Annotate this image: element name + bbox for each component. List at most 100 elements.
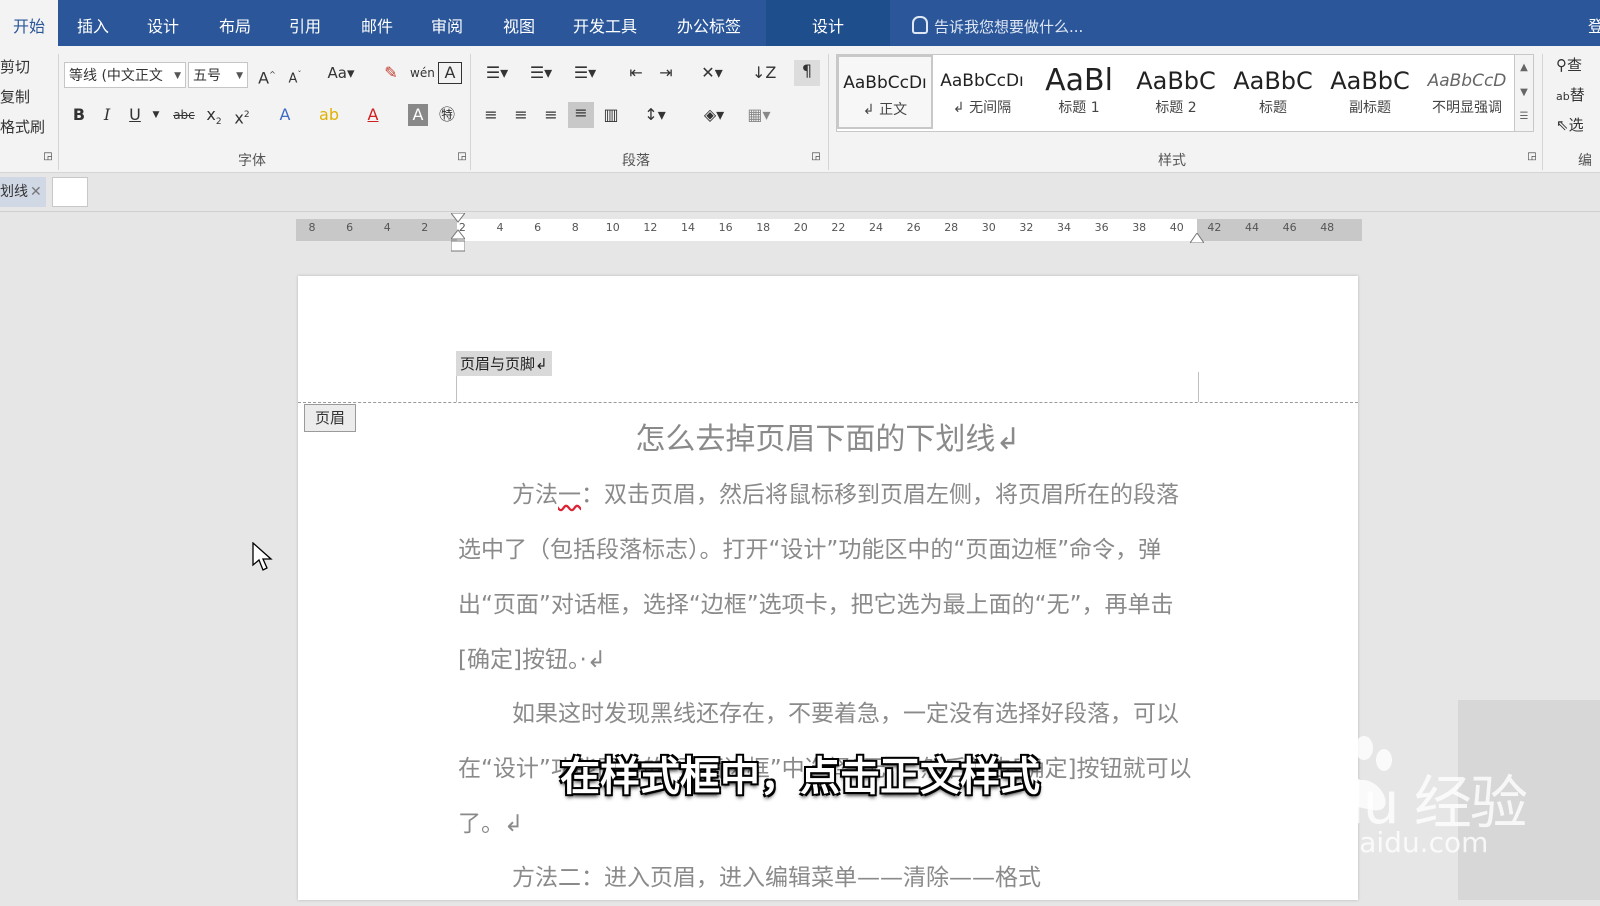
change-case-icon[interactable]: Aa▾ [322, 62, 360, 84]
subscript-icon[interactable]: x2 [204, 104, 224, 133]
chevron-down-icon: ▼ [236, 71, 243, 81]
tab-header-footer-design[interactable]: 设计 [766, 0, 890, 46]
decrease-indent-icon[interactable]: ⇤ [624, 62, 648, 84]
asian-layout-icon[interactable]: ✕▾ [694, 62, 730, 84]
numbering-icon[interactable]: ☰▾ [524, 62, 558, 84]
tab-developer[interactable]: 开发工具 [564, 0, 646, 46]
watermark-url: jingyan.baidu.com [1230, 826, 1489, 859]
tell-me-box[interactable]: 告诉我您想要做什么... [912, 0, 1083, 46]
strikethrough-icon[interactable]: abc [170, 104, 198, 126]
font-size-select[interactable]: 五号 ▼ [188, 62, 248, 88]
grow-font-icon[interactable]: A^ [256, 64, 278, 89]
enclose-characters-icon[interactable]: ㊕ [436, 104, 458, 126]
paragraph-1[interactable]: 方法一：双击页眉，然后将鼠标移到页眉左侧，将页眉所在的段落选中了（包括段落标志）… [458, 468, 1198, 688]
paragraph-3[interactable]: 方法二：进入页眉，进入编辑菜单——清除——格式 [458, 851, 1198, 906]
ruler-tick-label: 40 [1169, 221, 1184, 234]
multilevel-list-icon[interactable]: ☰▾ [568, 62, 602, 84]
borders-icon[interactable]: ▦▾ [742, 104, 776, 126]
more-icon[interactable]: ☰ [1515, 105, 1533, 129]
style-name: ↲ 正文 [862, 102, 908, 118]
styles-group-label: 样式 [1158, 153, 1186, 169]
style-title[interactable]: AaBbC 标题 [1225, 55, 1321, 129]
tab-home[interactable]: 开始 [0, 0, 58, 46]
ruler-tick-label: 10 [605, 221, 620, 234]
shrink-font-icon[interactable]: Aˇ [284, 64, 306, 90]
bold-icon[interactable]: B [70, 104, 88, 126]
right-indent-marker[interactable] [1190, 233, 1204, 243]
style-no-spacing[interactable]: AaBbCcDı ↲ 无间隔 [934, 55, 1030, 129]
tab-office-tabs[interactable]: 办公标签 [668, 0, 750, 46]
character-shading-icon[interactable]: A [408, 104, 428, 126]
increase-indent-icon[interactable]: ⇥ [654, 62, 678, 84]
document-page[interactable]: 页眉与页脚↲ 页眉 怎么去掉页眉下面的下划线↲ 方法一：双击页眉，然后将鼠标移到… [298, 276, 1358, 900]
font-color-icon[interactable]: A [362, 104, 384, 126]
highlight-color-icon[interactable]: ab [318, 104, 340, 126]
style-sample: AaBbC [1136, 67, 1216, 95]
ruler-tick-label: 32 [1019, 221, 1034, 234]
style-name: 不明显强调 [1432, 100, 1502, 116]
chevron-up-icon[interactable]: ▲ [1515, 55, 1533, 80]
align-center-icon[interactable]: ≡ [510, 104, 532, 126]
replace-label: 替 [1569, 86, 1585, 104]
text-effects-icon[interactable]: A [274, 104, 296, 126]
tab-insert[interactable]: 插入 [64, 0, 122, 46]
style-normal[interactable]: AaBbCcDı ↲ 正文 [837, 55, 933, 129]
tab-layout[interactable]: 布局 [206, 0, 264, 46]
clear-formatting-icon[interactable]: ✎ [380, 62, 402, 84]
tab-mailings[interactable]: 邮件 [348, 0, 406, 46]
ruler-tick-label: 18 [756, 221, 771, 234]
style-heading-1[interactable]: AaBl 标题 1 [1031, 55, 1127, 129]
align-left-icon[interactable]: ≡ [480, 104, 502, 126]
style-heading-2[interactable]: AaBbC 标题 2 [1128, 55, 1224, 129]
select-label: 选 [1568, 116, 1584, 134]
font-name-select[interactable]: 等线 (中文正文 ▼ [64, 62, 186, 88]
tab-references[interactable]: 引用 [276, 0, 334, 46]
select-button[interactable]: ⇖选 [1556, 114, 1584, 135]
font-size-value: 五号 [193, 68, 221, 84]
copy-button[interactable]: 复制 [0, 86, 30, 107]
styles-gallery-scroll[interactable]: ▲ ▼ ☰ [1514, 54, 1534, 132]
ruler-tick-label: 42 [1207, 221, 1222, 234]
ruler-tick-label: 22 [831, 221, 846, 234]
phonetic-guide-icon[interactable]: wén [410, 62, 435, 84]
clipboard-launcher-icon[interactable]: ◲ [42, 146, 54, 168]
bullets-icon[interactable]: ☰▾ [480, 62, 514, 84]
style-sample: AaBbC [1233, 67, 1313, 95]
header-text[interactable]: 页眉与页脚↲ [456, 351, 552, 376]
tab-design[interactable]: 设计 [134, 0, 192, 46]
ruler-tick-label: 8 [308, 221, 316, 234]
new-tab-button[interactable] [52, 177, 88, 207]
distributed-icon[interactable]: ▥ [600, 104, 622, 126]
align-right-icon[interactable]: ≡ [540, 104, 562, 126]
format-painter-button[interactable]: 格式刷 [0, 116, 45, 137]
paragraph-launcher-icon[interactable]: ◲ [810, 146, 822, 168]
indent-marker[interactable] [451, 213, 465, 253]
styles-gallery: AaBbCcDı ↲ 正文 AaBbCcDı ↲ 无间隔 AaBl 标题 1 AaBb… [836, 54, 1518, 132]
justify-icon[interactable]: ≡ [568, 102, 594, 128]
document-tab[interactable]: 划线 ✕ [0, 177, 46, 207]
sort-icon[interactable]: ↓Z [752, 62, 776, 84]
show-marks-icon[interactable]: ¶ [794, 60, 820, 86]
character-border-icon[interactable]: A [438, 62, 462, 84]
tab-view[interactable]: 视图 [490, 0, 548, 46]
cut-button[interactable]: 剪切 [0, 56, 30, 77]
find-button[interactable]: ⚲查 [1556, 54, 1582, 75]
font-launcher-icon[interactable]: ◲ [456, 146, 468, 168]
styles-launcher-icon[interactable]: ◲ [1526, 146, 1538, 168]
style-name: 标题 [1259, 100, 1287, 116]
chevron-down-icon[interactable]: ▼ [1515, 80, 1533, 105]
italic-icon[interactable]: I [98, 104, 116, 126]
close-icon[interactable]: ✕ [30, 177, 42, 207]
style-subtitle[interactable]: AaBbC 副标题 [1322, 55, 1418, 129]
replace-button[interactable]: ab替 [1556, 84, 1585, 105]
shading-icon[interactable]: ◈▾ [696, 104, 732, 126]
style-subtle-emphasis[interactable]: AaBbCcD 不明显强调 [1419, 55, 1515, 129]
superscript-icon[interactable]: x2 [232, 104, 252, 129]
underline-icon[interactable]: U [126, 104, 144, 126]
document-title[interactable]: 怎么去掉页眉下面的下划线↲ [298, 414, 1358, 458]
tab-review[interactable]: 审阅 [418, 0, 476, 46]
divider [828, 54, 829, 170]
find-label: 查 [1567, 56, 1583, 74]
line-spacing-icon[interactable]: ↕▾ [638, 104, 672, 126]
chevron-down-icon[interactable]: ▼ [150, 104, 162, 126]
